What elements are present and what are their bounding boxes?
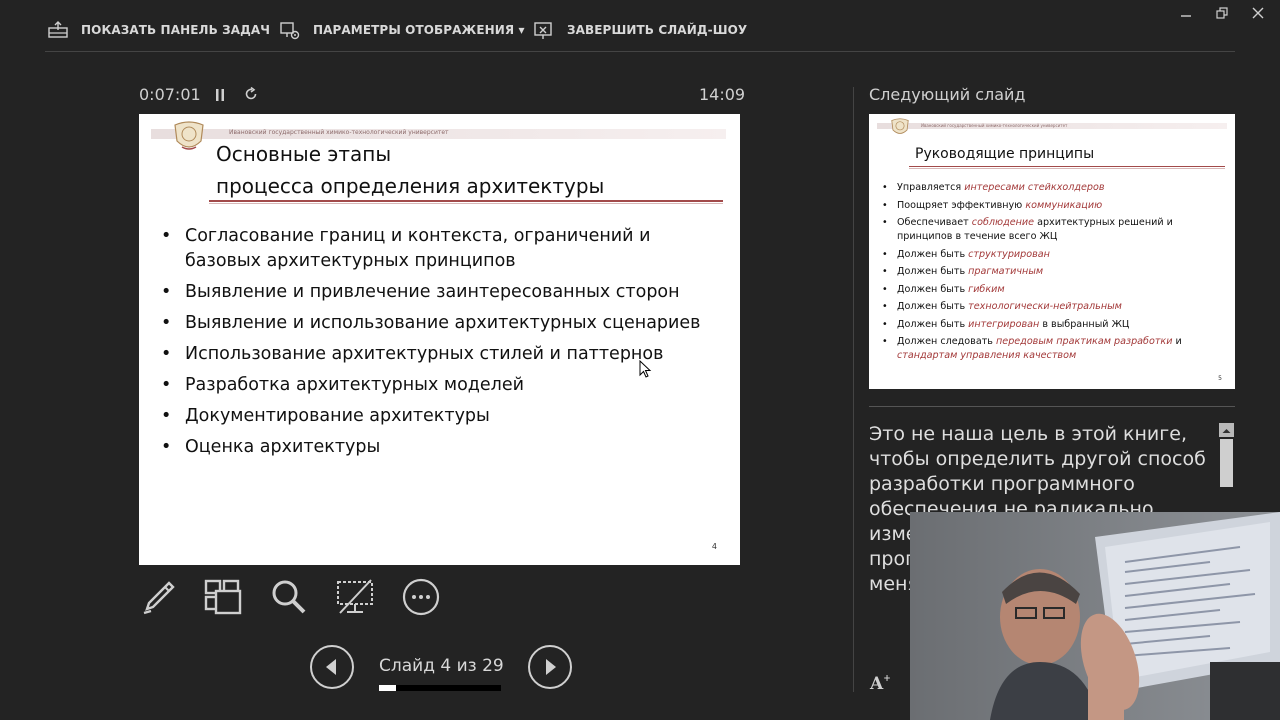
black-screen-icon (337, 579, 373, 614)
bullet-item: Оценка архитектуры (161, 435, 721, 460)
show-taskbar-label: ПОКАЗАТЬ ПАНЕЛЬ ЗАДАЧ (81, 23, 271, 37)
display-settings-button[interactable]: ПАРАМЕТРЫ ОТОБРАЖЕНИЯ ▾ (279, 18, 525, 42)
webcam-overlay (910, 512, 1280, 720)
font-size-icon[interactable]: A+ (870, 674, 891, 694)
zoom-button[interactable] (269, 577, 309, 617)
all-slides-button[interactable] (203, 577, 243, 617)
display-settings-label: ПАРАМЕТРЫ ОТОБРАЖЕНИЯ ▾ (313, 23, 525, 37)
bullet-item: Выявление и использование архитектурных … (161, 311, 721, 336)
pen-icon (143, 581, 175, 615)
toolbar-divider (45, 51, 1235, 52)
slide-title-line-2: процесса определения архитектуры (216, 174, 605, 198)
more-options-icon (402, 578, 440, 616)
triangle-right-icon (546, 659, 556, 675)
next-bullet-item: Должен быть технологически-нейтральным (882, 300, 1222, 314)
notes-divider (869, 406, 1235, 407)
next-slide-header-text: Ивановский государственный химико-технол… (921, 123, 1068, 128)
bullet-item: Документирование архитектуры (161, 404, 721, 429)
slide-title: Основные этапы процесса определения архи… (216, 138, 716, 202)
scroll-up-icon[interactable] (1219, 423, 1234, 437)
previous-slide-button[interactable] (310, 645, 354, 689)
slide-progress-bar (379, 685, 501, 691)
university-crest-icon (891, 118, 909, 134)
bullet-item: Разработка архитектурных моделей (161, 373, 721, 398)
next-bullet-item: Обеспечивает соблюдение архитектурных ре… (882, 216, 1222, 244)
display-settings-icon (280, 22, 300, 40)
bullet-item: Выявление и привлечение заинтересованных… (161, 280, 721, 305)
next-slide-button[interactable] (528, 645, 572, 689)
mouse-cursor-icon (639, 360, 652, 378)
show-taskbar-button[interactable]: ПОКАЗАТЬ ПАНЕЛЬ ЗАДАЧ (47, 18, 270, 42)
slide-bullet-list: Согласование границ и контекста, огранич… (161, 224, 721, 466)
end-slideshow-button[interactable]: ЗАВЕРШИТЬ СЛАЙД-ШОУ (533, 18, 747, 42)
next-bullet-item: Поощряет эффективную коммуникацию (882, 199, 1222, 213)
slide-counter[interactable]: Слайд 4 из 29 (379, 656, 504, 676)
next-slide-preview[interactable]: Ивановский государственный химико-технол… (869, 114, 1235, 389)
bullet-item: Согласование границ и контекста, огранич… (161, 224, 721, 274)
next-title-rule-thin (909, 168, 1225, 169)
next-bullet-item: Управляется интересами стейкхолдеров (882, 181, 1222, 195)
bullet-item: Использование архитектурных стилей и пат… (161, 342, 721, 367)
restore-icon[interactable] (1213, 4, 1231, 22)
next-title-rule (909, 166, 1225, 167)
next-bullet-item: Должен быть гибким (882, 283, 1222, 297)
next-slide-bullet-list: Управляется интересами стейкхолдеров Поо… (882, 181, 1222, 367)
next-bullet-item: Должен следовать передовым практикам раз… (882, 335, 1222, 363)
slide-header-text: Ивановский государственный химико-технол… (229, 129, 449, 136)
webcam-video-frame (910, 512, 1280, 720)
pen-tool-button[interactable] (139, 577, 179, 617)
end-slideshow-label: ЗАВЕРШИТЬ СЛАЙД-ШОУ (567, 23, 748, 37)
scrollbar-thumb[interactable] (1220, 439, 1233, 487)
title-rule-thin (209, 203, 723, 204)
pause-icon[interactable] (212, 87, 228, 103)
minimize-icon[interactable] (1177, 4, 1195, 22)
next-slide-label: Следующий слайд (869, 85, 1026, 104)
triangle-left-icon (326, 659, 336, 675)
black-screen-button[interactable] (335, 577, 375, 617)
more-options-button[interactable] (401, 577, 441, 617)
clock: 14:09 (699, 85, 746, 104)
taskbar-icon (48, 21, 68, 38)
university-crest-icon (174, 121, 204, 150)
elapsed-timer: 0:07:01 (139, 85, 201, 104)
title-rule (209, 200, 723, 202)
reset-timer-icon[interactable] (243, 86, 259, 102)
next-slide-title: Руководящие принципы (915, 146, 1095, 162)
next-bullet-item: Должен быть прагматичным (882, 265, 1222, 279)
next-slide-page-number: 5 (1218, 375, 1222, 382)
close-icon[interactable] (1249, 4, 1267, 22)
zoom-icon (272, 580, 306, 614)
slide-title-line-1: Основные этапы (216, 142, 392, 166)
slide-progress-fill (379, 685, 396, 691)
slide-page-number: 4 (711, 542, 717, 551)
all-slides-icon (204, 579, 242, 615)
current-slide[interactable]: Ивановский государственный химико-технол… (139, 114, 740, 565)
pane-divider (853, 87, 854, 692)
end-slideshow-icon (534, 22, 552, 39)
next-bullet-item: Должен быть структурирован (882, 248, 1222, 262)
next-bullet-item: Должен быть интегрирован в выбранный ЖЦ (882, 318, 1222, 332)
